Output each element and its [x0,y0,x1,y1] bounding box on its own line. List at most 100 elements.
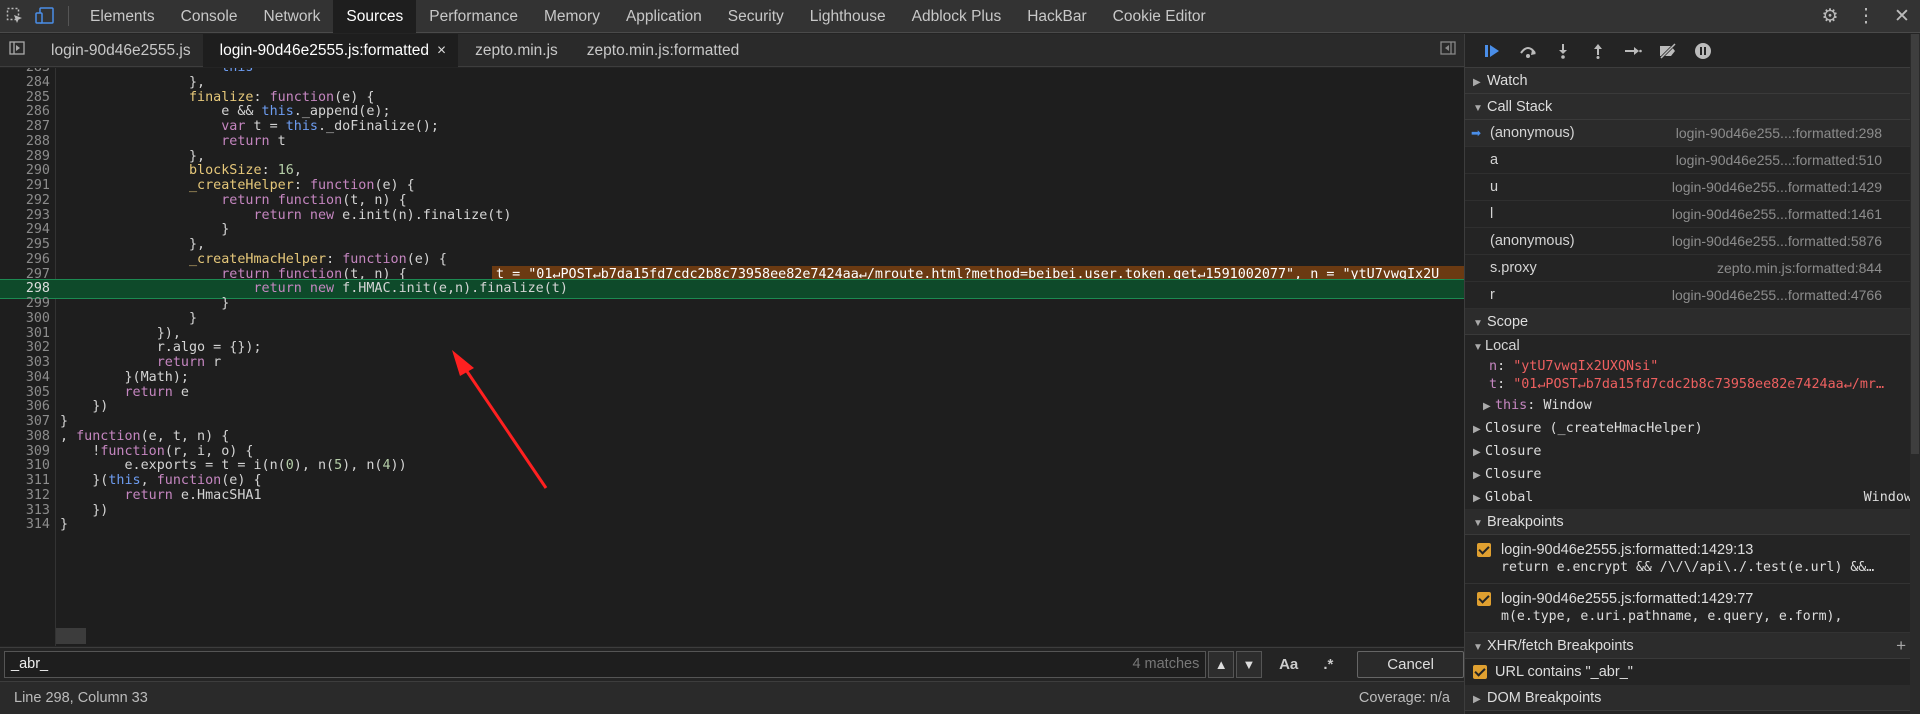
cancel-search-button[interactable]: Cancel [1357,650,1465,678]
debugger-pane-toggle-icon[interactable] [1440,41,1456,60]
panel-tab-lighthouse[interactable]: Lighthouse [797,0,899,33]
local-variable-row[interactable]: t: "01↵POST↵b7da15fd7cdc2b8c73958ee82e74… [1465,376,1920,394]
call-frame[interactable]: a login-90d46e255...:formatted:510 [1465,147,1920,174]
next-match-button[interactable]: ▼ [1236,650,1262,678]
panel-tab-cookie-editor[interactable]: Cookie Editor [1100,0,1219,33]
global-scope-row[interactable]: ▶ Global Window [1465,486,1920,509]
panel-tab-console[interactable]: Console [168,0,251,33]
call-frame-function: a [1490,152,1499,168]
closure-scope-row[interactable]: ▶ Closure (_createHmacHelper) [1465,417,1920,440]
line-number[interactable]: 314 [0,516,50,534]
this-value: Window [1543,398,1592,413]
panel-tab-hackbar[interactable]: HackBar [1014,0,1099,33]
file-tab-label: zepto.min.js:formatted [586,41,740,59]
local-variables: n: "ytU7vwqIx2UXQNsi" t: "01↵POST↵b7da15f… [1465,358,1920,394]
deactivate-breakpoints-button[interactable] [1650,34,1685,68]
previous-match-button[interactable]: ▲ [1208,650,1235,678]
call-frame-function: s.proxy [1490,260,1537,276]
step-into-button[interactable] [1545,34,1580,68]
file-tab[interactable]: zepto.min.js [458,34,570,67]
xhr-breakpoints-section-header[interactable]: ▼ XHR/fetch Breakpoints + [1465,633,1920,659]
sidebar-scrollbar[interactable] [1910,34,1920,714]
variable-name: t [1489,377,1498,392]
panel-tab-sources[interactable]: Sources [333,0,417,33]
device-toolbar-icon[interactable] [30,0,60,33]
main-toolbar: Elements Console Network Sources Performance… [0,0,1920,33]
breakpoint-item[interactable]: login-90d46e2555.js:formatted:1429:13 ret… [1465,535,1920,584]
this-variable-row[interactable]: ▶ this: Window [1465,394,1920,417]
resume-button[interactable] [1475,34,1510,68]
code-line[interactable]: 314} [0,516,1464,534]
search-input[interactable]: _abr_ 4 matches [4,650,1207,678]
local-scope-row[interactable]: ▼ Local [1465,335,1920,358]
variable-name: n [1489,359,1498,374]
call-stack-section-header[interactable]: ▼ Call Stack [1465,94,1920,120]
call-stack-label: Call Stack [1487,99,1553,115]
search-bar: _abr_ 4 matches ▲ ▼ Aa .* Cancel [0,647,1465,680]
pause-on-exceptions-button[interactable] [1685,34,1720,68]
settings-gear-icon[interactable]: ⚙ [1812,0,1848,33]
collapsed-triangle-icon: ▶ [1473,470,1481,481]
call-frame-location[interactable]: login-90d46e255...:formatted:298 [1676,120,1882,146]
call-frame-location[interactable]: login-90d46e255...formatted:5876 [1672,228,1882,254]
regex-button[interactable]: .* [1316,656,1342,673]
call-frame-location[interactable]: login-90d46e255...:formatted:510 [1676,147,1882,173]
panel-tab-memory[interactable]: Memory [531,0,613,33]
breakpoints-section-header[interactable]: ▼ Breakpoints [1465,509,1920,535]
call-frame[interactable]: u login-90d46e255...formatted:1429 [1465,174,1920,201]
toolbar-right: ⚙ ⋮ ✕ [1812,0,1920,33]
cursor-position: Line 298, Column 33 [14,690,148,706]
call-frame-function: (anonymous) [1490,125,1575,141]
close-devtools-icon[interactable]: ✕ [1884,0,1920,33]
inspect-element-icon[interactable] [0,0,30,33]
file-tab[interactable]: login-90d46e2555.js [34,34,203,67]
dom-breakpoints-section-header[interactable]: ▶ DOM Breakpoints [1465,685,1920,711]
breakpoint-checkbox[interactable] [1477,592,1491,607]
horizontal-scrollbar[interactable] [56,628,86,644]
watch-section-header[interactable]: ▶ Watch [1465,68,1920,94]
collapsed-triangle-icon: ▶ [1473,447,1481,458]
closure-label: Closure (_createHmacHelper) [1485,421,1703,436]
navigator-toggle-icon[interactable] [0,40,34,60]
local-variable-row[interactable]: n: "ytU7vwqIx2UXQNsi" [1465,358,1920,376]
step-out-button[interactable] [1580,34,1615,68]
breakpoint-item[interactable]: login-90d46e2555.js:formatted:1429:77 m(e… [1465,584,1920,633]
global-value: Window [1863,490,1912,505]
call-frame-location[interactable]: zepto.min.js:formatted:844 [1717,255,1882,281]
file-tab[interactable]: login-90d46e2555.js:formatted × [202,33,459,67]
panel-tab-elements[interactable]: Elements [77,0,168,33]
xhr-breakpoint-item[interactable]: URL contains "_abr_" [1465,659,1920,685]
panel-tab-adblock-plus[interactable]: Adblock Plus [899,0,1015,33]
call-frame[interactable]: (anonymous) login-90d46e255...formatted:5… [1465,228,1920,255]
breakpoint-list: login-90d46e2555.js:formatted:1429:13 ret… [1465,535,1920,633]
xhr-breakpoint-checkbox[interactable] [1473,665,1487,680]
match-case-button[interactable]: Aa [1276,656,1302,673]
step-button[interactable] [1615,34,1650,68]
more-options-icon[interactable]: ⋮ [1848,0,1884,33]
sidebar-scrollbar-thumb[interactable] [1911,34,1919,454]
call-frame-location[interactable]: login-90d46e255...formatted:4766 [1672,282,1882,308]
close-tab-icon[interactable]: × [437,42,446,59]
panel-tab-security[interactable]: Security [715,0,797,33]
add-xhr-breakpoint-icon[interactable]: + [1896,633,1906,659]
step-over-button[interactable] [1510,34,1545,68]
panel-tab-network[interactable]: Network [251,0,334,33]
scope-section-header[interactable]: ▼ Scope [1465,309,1920,335]
call-frame[interactable]: s.proxy zepto.min.js:formatted:844 [1465,255,1920,282]
coverage-status[interactable]: Coverage: n/a [1359,690,1450,706]
call-frame-location[interactable]: login-90d46e255...formatted:1461 [1672,201,1882,227]
breakpoint-checkbox[interactable] [1477,543,1491,558]
file-tab[interactable]: zepto.min.js:formatted [570,34,751,67]
call-frame[interactable]: l login-90d46e255...formatted:1461 [1465,201,1920,228]
panel-tab-performance[interactable]: Performance [416,0,531,33]
code-editor[interactable]: 283 this284 },285 finalize: function(e) … [0,68,1464,646]
closure-scope-row[interactable]: ▶ Closure [1465,463,1920,486]
panel-tab-application[interactable]: Application [613,0,715,33]
call-frame[interactable]: r login-90d46e255...formatted:4766 [1465,282,1920,309]
source-file-tabs: login-90d46e2555.js login-90d46e2555.js:f… [0,33,1464,67]
call-frame[interactable]: ➡ (anonymous) login-90d46e255...:formatted… [1465,120,1920,147]
call-frame-location[interactable]: login-90d46e255...formatted:1429 [1672,174,1882,200]
closure-scope-row[interactable]: ▶ Closure [1465,440,1920,463]
call-stack-list: ➡ (anonymous) login-90d46e255...:formatted… [1465,120,1920,309]
file-tab-label: login-90d46e2555.js:formatted [219,41,430,59]
